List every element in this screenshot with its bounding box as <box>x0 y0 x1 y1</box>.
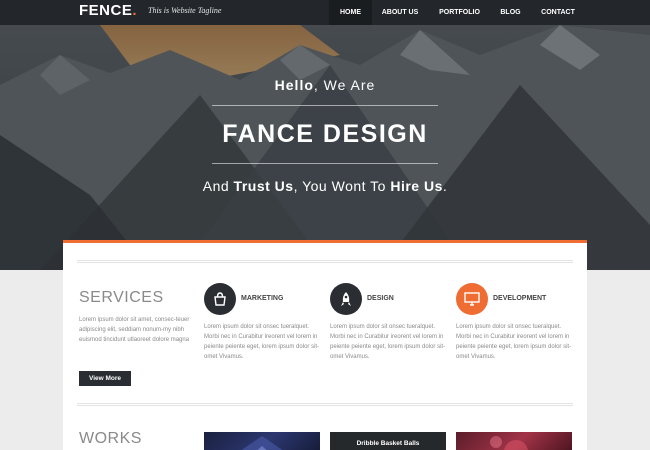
nav-home[interactable]: HOME <box>329 0 372 25</box>
hero-sub-strong: Trust Us <box>233 178 294 194</box>
site-tagline: This is Website Tagline <box>148 6 222 15</box>
design-icon[interactable] <box>330 283 362 315</box>
work-thumbnail[interactable] <box>204 432 320 450</box>
hero-greeting-rest: , We Are <box>313 77 376 93</box>
hero-sub-part: And <box>202 178 234 194</box>
hero-sub-part: , You Wont To <box>293 178 391 194</box>
content-card: SERVICES Lorem ipsum dolor sit amet, con… <box>63 240 587 450</box>
work-thumbnail[interactable] <box>456 432 572 450</box>
hero-divider-top <box>212 105 438 106</box>
hero-greeting: Hello, We Are <box>0 77 650 93</box>
nav-portfolio[interactable]: PORTFOLIO <box>428 0 491 25</box>
services-heading: SERVICES <box>79 289 164 306</box>
logo-text: FENCE <box>79 2 133 19</box>
main-nav: HOME ABOUT US PORTFOLIO BLOG CONTACT <box>329 0 586 25</box>
service-title: MARKETING <box>241 295 284 302</box>
work-thumbnail[interactable]: Dribble Basket Balls <box>330 432 446 450</box>
logo-dot: . <box>132 2 138 19</box>
development-icon[interactable] <box>456 283 488 315</box>
nav-contact[interactable]: CONTACT <box>530 0 586 25</box>
marketing-icon[interactable] <box>204 283 236 315</box>
service-text: Lorem ipsum dolor sit onsec tueralquet. … <box>456 324 572 360</box>
hero-sub-strong: Hire Us <box>390 178 443 194</box>
hero-divider-bottom <box>212 163 438 164</box>
service-text: Lorem ipsum dolor sit onsec tueralquet. … <box>330 324 446 360</box>
hero-banner: Hello, We Are FANCE DESIGN And Trust Us,… <box>0 25 650 270</box>
work-thumbnail-art <box>241 436 283 450</box>
nav-blog[interactable]: BLOG <box>491 0 530 25</box>
hero-subtitle: And Trust Us, You Wont To Hire Us. <box>0 178 650 194</box>
work-caption: Dribble Basket Balls <box>356 440 420 447</box>
work-thumbnail-art <box>490 436 528 450</box>
works-heading: WORKS <box>79 430 142 447</box>
section-divider <box>77 403 573 406</box>
hero-greeting-strong: Hello <box>274 77 314 93</box>
hero-sub-part: . <box>442 178 448 194</box>
service-title: DESIGN <box>367 295 394 302</box>
view-more-button[interactable]: View More <box>79 371 131 386</box>
service-title: DEVELOPMENT <box>493 295 547 302</box>
services-description: Lorem ipsum dolor sit amet, consec-teuer… <box>79 317 190 343</box>
section-divider <box>77 260 573 263</box>
service-text: Lorem ipsum dolor sit onsec tueralquet. … <box>204 324 320 360</box>
site-logo[interactable]: FENCE. <box>79 2 137 19</box>
hero-title: FANCE DESIGN <box>222 120 428 148</box>
top-navbar: FENCE. This is Website Tagline HOME ABOU… <box>0 0 650 25</box>
nav-about-us[interactable]: ABOUT US <box>372 0 428 25</box>
